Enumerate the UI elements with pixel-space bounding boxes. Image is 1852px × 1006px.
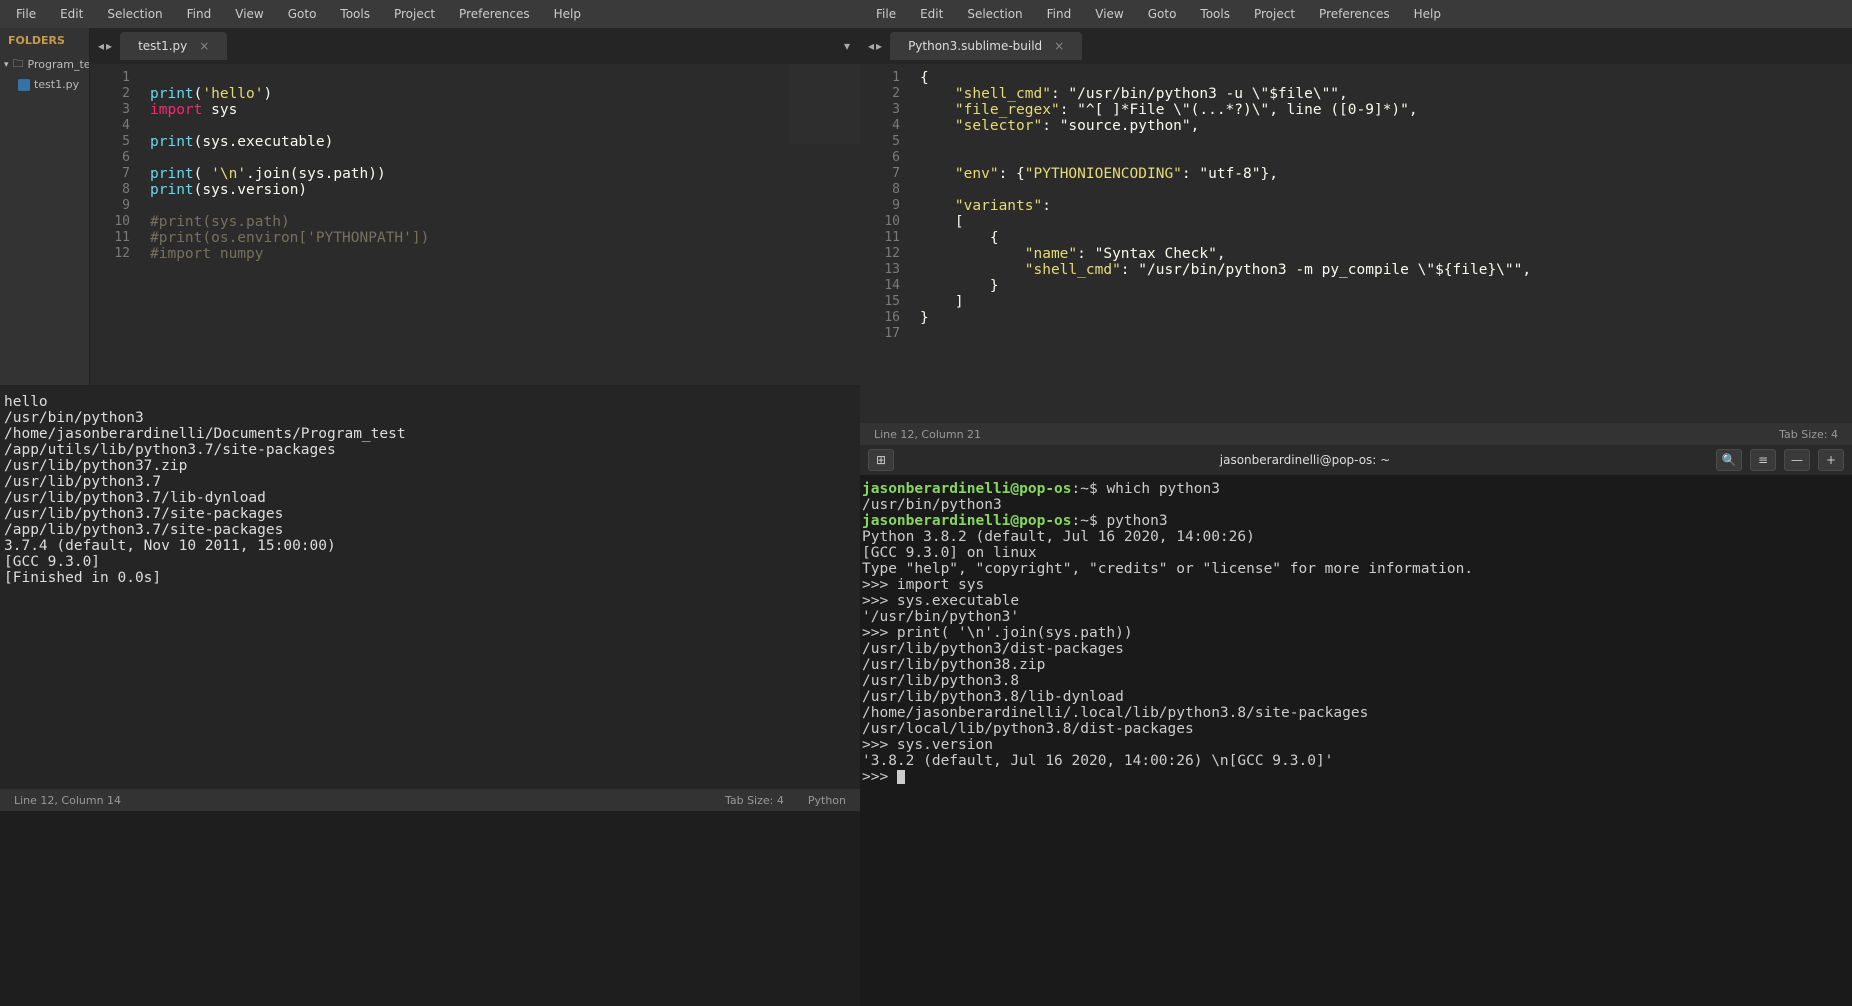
menu-view[interactable]: View: [225, 3, 273, 25]
tab-bar-right: ◂ ▸ Python3.sublime-build ×: [860, 28, 1852, 64]
menu-selection[interactable]: Selection: [97, 3, 172, 25]
terminal-body[interactable]: jasonberardinelli@pop-os:~$ which python…: [860, 475, 1852, 1006]
menu-selection[interactable]: Selection: [957, 3, 1032, 25]
sidebar-file[interactable]: test1.py: [0, 76, 89, 93]
menu-file[interactable]: File: [866, 3, 906, 25]
tab-label: Python3.sublime-build: [908, 39, 1042, 53]
tab-next-icon[interactable]: ▸: [876, 39, 882, 53]
folder-caret-icon: ▾: [4, 60, 9, 70]
file-name: test1.py: [34, 78, 79, 91]
menu-goto[interactable]: Goto: [278, 3, 327, 25]
terminal-toolbar: ⊞ jasonberardinelli@pop-os: ~ 🔍 ≡ — +: [860, 445, 1852, 475]
sidebar-title: FOLDERS: [0, 28, 89, 53]
code-area-right[interactable]: 1234567891011121314151617 { "shell_cmd":…: [860, 64, 1852, 445]
status-pos-right: Line 12, Column 21: [874, 428, 981, 441]
new-tab-button[interactable]: ⊞: [868, 449, 894, 471]
menu-tools[interactable]: Tools: [330, 3, 380, 25]
menu-edit[interactable]: Edit: [50, 3, 93, 25]
menu-goto[interactable]: Goto: [1138, 3, 1187, 25]
menu-icon[interactable]: ≡: [1750, 449, 1776, 471]
tab-close-icon[interactable]: ×: [1054, 39, 1064, 53]
more-tabs-icon[interactable]: ▾: [844, 39, 850, 53]
menu-project[interactable]: Project: [384, 3, 445, 25]
menubar-left: File Edit Selection Find View Goto Tools…: [0, 0, 860, 28]
maximize-icon[interactable]: +: [1818, 449, 1844, 471]
tab-prev-icon[interactable]: ◂: [868, 39, 874, 53]
menu-preferences[interactable]: Preferences: [449, 3, 540, 25]
terminal-window: ⊞ jasonberardinelli@pop-os: ~ 🔍 ≡ — + ja…: [860, 445, 1852, 1006]
tab-close-icon[interactable]: ×: [199, 39, 209, 53]
tab-prev-icon[interactable]: ◂: [98, 39, 104, 53]
menu-tools[interactable]: Tools: [1190, 3, 1240, 25]
tab-nav: ◂ ▸: [98, 39, 112, 53]
search-icon[interactable]: 🔍: [1716, 449, 1742, 471]
folder-icon: 🗀: [13, 55, 24, 74]
menu-find[interactable]: Find: [177, 3, 222, 25]
code-text-right[interactable]: { "shell_cmd": "/usr/bin/python3 -u \"$f…: [908, 64, 1543, 445]
minimap-left[interactable]: [790, 64, 860, 144]
terminal-title: jasonberardinelli@pop-os: ~: [902, 453, 1708, 467]
menu-help[interactable]: Help: [1404, 3, 1451, 25]
menu-project[interactable]: Project: [1244, 3, 1305, 25]
build-output-panel[interactable]: hello /usr/bin/python3 /home/jasonberard…: [0, 385, 860, 811]
gutter-right: 1234567891011121314151617: [860, 64, 908, 445]
sublime-window-right: File Edit Selection Find View Goto Tools…: [860, 0, 1852, 445]
menu-view[interactable]: View: [1085, 3, 1133, 25]
tab-test1[interactable]: test1.py ×: [120, 32, 227, 60]
tab-next-icon[interactable]: ▸: [106, 39, 112, 53]
status-bar-left: Line 12, Column 14 Tab Size: 4 Python: [0, 789, 860, 811]
menu-edit[interactable]: Edit: [910, 3, 953, 25]
menu-find[interactable]: Find: [1037, 3, 1082, 25]
python-file-icon: [18, 79, 30, 91]
menubar-right: File Edit Selection Find View Goto Tools…: [860, 0, 1852, 28]
status-syntax-left[interactable]: Python: [808, 794, 846, 807]
status-bar-right: Line 12, Column 21 Tab Size: 4: [860, 423, 1852, 445]
menu-help[interactable]: Help: [544, 3, 591, 25]
tab-buildfile[interactable]: Python3.sublime-build ×: [890, 32, 1082, 60]
folder-name: Program_tes: [28, 58, 89, 71]
status-tabsize-left[interactable]: Tab Size: 4: [725, 794, 784, 807]
tab-bar-left: ◂ ▸ test1.py × ▾: [90, 28, 860, 64]
minimize-icon[interactable]: —: [1784, 449, 1810, 471]
status-pos-left: Line 12, Column 14: [14, 794, 121, 807]
menu-preferences[interactable]: Preferences: [1309, 3, 1400, 25]
tab-nav: ◂ ▸: [868, 39, 882, 53]
tab-label: test1.py: [138, 39, 187, 53]
menu-file[interactable]: File: [6, 3, 46, 25]
sidebar-folder[interactable]: ▾ 🗀 Program_tes: [0, 53, 89, 76]
status-tabsize-right[interactable]: Tab Size: 4: [1779, 428, 1838, 441]
